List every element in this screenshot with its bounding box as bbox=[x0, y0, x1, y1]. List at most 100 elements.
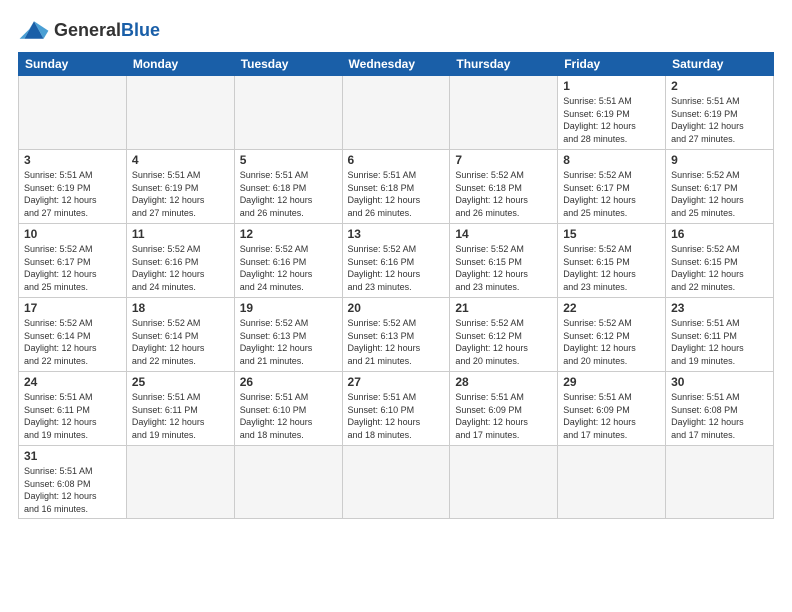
day-number: 31 bbox=[24, 449, 121, 463]
day-info: Sunrise: 5:51 AMSunset: 6:10 PMDaylight:… bbox=[348, 391, 445, 441]
day-number: 4 bbox=[132, 153, 229, 167]
day-info: Sunrise: 5:52 AMSunset: 6:12 PMDaylight:… bbox=[563, 317, 660, 367]
calendar-header-thursday: Thursday bbox=[450, 53, 558, 76]
calendar-cell: 3 Sunrise: 5:51 AMSunset: 6:19 PMDaylight… bbox=[19, 150, 127, 224]
day-number: 21 bbox=[455, 301, 552, 315]
logo-text: GeneralBlue bbox=[54, 20, 160, 41]
calendar-cell bbox=[342, 446, 450, 519]
logo-icon bbox=[18, 16, 50, 44]
day-number: 30 bbox=[671, 375, 768, 389]
day-number: 27 bbox=[348, 375, 445, 389]
day-number: 26 bbox=[240, 375, 337, 389]
calendar-week-2: 10Sunrise: 5:52 AMSunset: 6:17 PMDayligh… bbox=[19, 224, 774, 298]
calendar-cell: 25Sunrise: 5:51 AMSunset: 6:11 PMDayligh… bbox=[126, 372, 234, 446]
day-number: 28 bbox=[455, 375, 552, 389]
day-info: Sunrise: 5:51 AMSunset: 6:19 PMDaylight:… bbox=[24, 169, 121, 219]
day-info: Sunrise: 5:51 AMSunset: 6:08 PMDaylight:… bbox=[671, 391, 768, 441]
calendar-cell: 20 Sunrise: 5:52 AMSunset: 6:13 PMDayligh… bbox=[342, 298, 450, 372]
day-info: Sunrise: 5:51 AMSunset: 6:08 PMDaylight:… bbox=[24, 465, 121, 515]
calendar-cell: 9 Sunrise: 5:52 AMSunset: 6:17 PMDaylight… bbox=[666, 150, 774, 224]
calendar-cell bbox=[342, 76, 450, 150]
day-number: 22 bbox=[563, 301, 660, 315]
day-number: 12 bbox=[240, 227, 337, 241]
day-info: Sunrise: 5:51 AMSunset: 6:18 PMDaylight:… bbox=[240, 169, 337, 219]
calendar-cell bbox=[450, 446, 558, 519]
calendar-cell: 15 Sunrise: 5:52 AMSunset: 6:15 PMDayligh… bbox=[558, 224, 666, 298]
calendar-week-1: 3 Sunrise: 5:51 AMSunset: 6:19 PMDaylight… bbox=[19, 150, 774, 224]
day-number: 6 bbox=[348, 153, 445, 167]
calendar-cell: 12Sunrise: 5:52 AMSunset: 6:16 PMDayligh… bbox=[234, 224, 342, 298]
calendar-cell: 10Sunrise: 5:52 AMSunset: 6:17 PMDayligh… bbox=[19, 224, 127, 298]
calendar-cell: 19Sunrise: 5:52 AMSunset: 6:13 PMDayligh… bbox=[234, 298, 342, 372]
day-number: 20 bbox=[348, 301, 445, 315]
day-info: Sunrise: 5:51 AMSunset: 6:11 PMDaylight:… bbox=[132, 391, 229, 441]
calendar-cell: 2 Sunrise: 5:51 AMSunset: 6:19 PMDaylight… bbox=[666, 76, 774, 150]
calendar-cell: 22 Sunrise: 5:52 AMSunset: 6:12 PMDayligh… bbox=[558, 298, 666, 372]
day-number: 3 bbox=[24, 153, 121, 167]
calendar-cell: 24 Sunrise: 5:51 AMSunset: 6:11 PMDayligh… bbox=[19, 372, 127, 446]
day-number: 19 bbox=[240, 301, 337, 315]
calendar-cell: 30 Sunrise: 5:51 AMSunset: 6:08 PMDayligh… bbox=[666, 372, 774, 446]
day-number: 29 bbox=[563, 375, 660, 389]
calendar-cell: 7Sunrise: 5:52 AMSunset: 6:18 PMDaylight… bbox=[450, 150, 558, 224]
day-number: 23 bbox=[671, 301, 768, 315]
calendar-cell: 17Sunrise: 5:52 AMSunset: 6:14 PMDayligh… bbox=[19, 298, 127, 372]
day-info: Sunrise: 5:52 AMSunset: 6:15 PMDaylight:… bbox=[563, 243, 660, 293]
calendar-cell: 29 Sunrise: 5:51 AMSunset: 6:09 PMDayligh… bbox=[558, 372, 666, 446]
day-number: 5 bbox=[240, 153, 337, 167]
day-info: Sunrise: 5:52 AMSunset: 6:16 PMDaylight:… bbox=[132, 243, 229, 293]
calendar-cell: 5 Sunrise: 5:51 AMSunset: 6:18 PMDaylight… bbox=[234, 150, 342, 224]
calendar-week-4: 24 Sunrise: 5:51 AMSunset: 6:11 PMDayligh… bbox=[19, 372, 774, 446]
calendar-cell: 28Sunrise: 5:51 AMSunset: 6:09 PMDayligh… bbox=[450, 372, 558, 446]
day-number: 17 bbox=[24, 301, 121, 315]
calendar-week-0: 1 Sunrise: 5:51 AMSunset: 6:19 PMDaylight… bbox=[19, 76, 774, 150]
calendar-cell: 16Sunrise: 5:52 AMSunset: 6:15 PMDayligh… bbox=[666, 224, 774, 298]
day-number: 15 bbox=[563, 227, 660, 241]
day-info: Sunrise: 5:51 AMSunset: 6:19 PMDaylight:… bbox=[671, 95, 768, 145]
day-number: 11 bbox=[132, 227, 229, 241]
day-number: 1 bbox=[563, 79, 660, 93]
calendar-cell: 14 Sunrise: 5:52 AMSunset: 6:15 PMDayligh… bbox=[450, 224, 558, 298]
calendar-cell bbox=[19, 76, 127, 150]
day-info: Sunrise: 5:52 AMSunset: 6:17 PMDaylight:… bbox=[24, 243, 121, 293]
calendar-cell bbox=[234, 446, 342, 519]
day-info: Sunrise: 5:52 AMSunset: 6:16 PMDaylight:… bbox=[348, 243, 445, 293]
calendar-header-tuesday: Tuesday bbox=[234, 53, 342, 76]
day-number: 14 bbox=[455, 227, 552, 241]
calendar-header-friday: Friday bbox=[558, 53, 666, 76]
calendar-cell: 11 Sunrise: 5:52 AMSunset: 6:16 PMDayligh… bbox=[126, 224, 234, 298]
calendar-cell bbox=[666, 446, 774, 519]
day-info: Sunrise: 5:51 AMSunset: 6:10 PMDaylight:… bbox=[240, 391, 337, 441]
calendar-cell: 18Sunrise: 5:52 AMSunset: 6:14 PMDayligh… bbox=[126, 298, 234, 372]
day-number: 16 bbox=[671, 227, 768, 241]
day-info: Sunrise: 5:51 AMSunset: 6:19 PMDaylight:… bbox=[132, 169, 229, 219]
day-number: 9 bbox=[671, 153, 768, 167]
calendar-header-wednesday: Wednesday bbox=[342, 53, 450, 76]
calendar-header-saturday: Saturday bbox=[666, 53, 774, 76]
day-number: 8 bbox=[563, 153, 660, 167]
calendar-header-sunday: Sunday bbox=[19, 53, 127, 76]
day-info: Sunrise: 5:52 AMSunset: 6:17 PMDaylight:… bbox=[563, 169, 660, 219]
day-info: Sunrise: 5:52 AMSunset: 6:15 PMDaylight:… bbox=[455, 243, 552, 293]
day-number: 18 bbox=[132, 301, 229, 315]
calendar-cell bbox=[234, 76, 342, 150]
calendar-cell bbox=[558, 446, 666, 519]
day-info: Sunrise: 5:51 AMSunset: 6:09 PMDaylight:… bbox=[563, 391, 660, 441]
calendar-cell bbox=[126, 446, 234, 519]
logo: GeneralBlue bbox=[18, 16, 160, 44]
calendar-cell: 26 Sunrise: 5:51 AMSunset: 6:10 PMDayligh… bbox=[234, 372, 342, 446]
day-info: Sunrise: 5:52 AMSunset: 6:17 PMDaylight:… bbox=[671, 169, 768, 219]
calendar-week-5: 31 Sunrise: 5:51 AMSunset: 6:08 PMDayligh… bbox=[19, 446, 774, 519]
day-info: Sunrise: 5:52 AMSunset: 6:18 PMDaylight:… bbox=[455, 169, 552, 219]
calendar-page: GeneralBlue SundayMondayTuesdayWednesday… bbox=[0, 0, 792, 612]
calendar-cell: 13Sunrise: 5:52 AMSunset: 6:16 PMDayligh… bbox=[342, 224, 450, 298]
calendar-cell: 8 Sunrise: 5:52 AMSunset: 6:17 PMDaylight… bbox=[558, 150, 666, 224]
day-info: Sunrise: 5:52 AMSunset: 6:13 PMDaylight:… bbox=[348, 317, 445, 367]
calendar-cell bbox=[450, 76, 558, 150]
calendar-cell bbox=[126, 76, 234, 150]
day-number: 24 bbox=[24, 375, 121, 389]
header: GeneralBlue bbox=[18, 16, 774, 44]
day-info: Sunrise: 5:51 AMSunset: 6:11 PMDaylight:… bbox=[24, 391, 121, 441]
day-number: 2 bbox=[671, 79, 768, 93]
calendar-cell: 6Sunrise: 5:51 AMSunset: 6:18 PMDaylight… bbox=[342, 150, 450, 224]
